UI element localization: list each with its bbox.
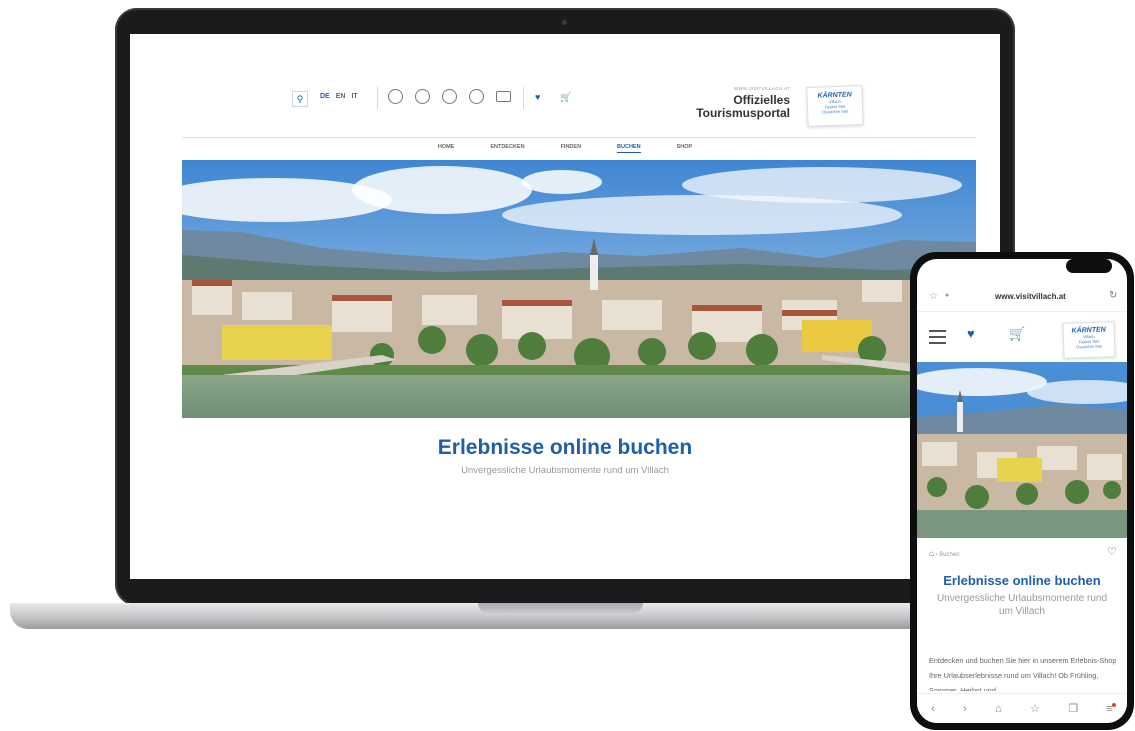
logo-line: Ossiacher See	[821, 108, 849, 115]
heart-icon[interactable]: ♥	[535, 92, 540, 102]
language-switcher: DE EN IT	[320, 93, 358, 100]
nav-finden[interactable]: FINDEN	[561, 144, 581, 153]
header-divider	[377, 87, 378, 109]
heart-icon[interactable]: ♥	[967, 326, 975, 341]
kaernten-logo[interactable]: KÄRNTEN Villach Faaker See Ossiacher See	[806, 85, 864, 127]
desktop-header: ⚲ DE EN IT ♥ 🛒 WWW.VISITVILLACH.AT Offiz…	[130, 34, 1000, 162]
location-icon[interactable]	[442, 89, 457, 104]
header-category-icons	[388, 89, 511, 104]
nav-home[interactable]: HOME	[438, 144, 455, 153]
page-title: Erlebnisse online buchen	[437, 436, 693, 459]
breadcrumb-current[interactable]: Buchen	[939, 552, 959, 558]
hamburger-menu-icon[interactable]	[929, 330, 946, 348]
cart-icon[interactable]: 🛒	[560, 92, 571, 103]
home-icon[interactable]: ⌂	[995, 703, 1002, 715]
page-title: Erlebnisse online buchen	[943, 573, 1101, 588]
tabs-icon[interactable]: ❐	[1068, 702, 1078, 715]
device-mockup-stage: ⚲ DE EN IT ♥ 🛒 WWW.VISITVILLACH.AT Offiz…	[0, 0, 1135, 731]
laptop-screen: ⚲ DE EN IT ♥ 🛒 WWW.VISITVILLACH.AT Offiz…	[130, 34, 1000, 579]
intro-text: Entdecken und buchen Sie hier in unserem…	[929, 656, 1117, 691]
brand-url: WWW.VISITVILLACH.AT	[733, 86, 790, 91]
url-text[interactable]: www.visitvillach.at	[995, 292, 1066, 301]
sun-cloud-icon[interactable]	[415, 89, 430, 104]
lightbulb-icon[interactable]	[388, 89, 403, 104]
bed-icon[interactable]	[496, 91, 511, 102]
heart-outline-icon[interactable]: ♡	[1107, 545, 1117, 558]
header-rule	[182, 137, 976, 138]
flower-icon[interactable]	[469, 89, 484, 104]
lang-en[interactable]: EN	[336, 93, 346, 100]
header-divider	[523, 87, 524, 109]
star-icon[interactable]: ☆	[1030, 702, 1040, 715]
page-subtitle: Unvergessliche Urlaubsmomente rund um Vi…	[936, 593, 1108, 617]
brand-title-line1: Offizielles	[733, 93, 790, 107]
brand-title-line2: Tourismusportal	[696, 106, 790, 120]
nav-entdecken[interactable]: ENTDECKEN	[490, 144, 524, 153]
reload-icon[interactable]: ↻	[1109, 290, 1117, 301]
nav-shop[interactable]: SHOP	[677, 144, 693, 153]
browser-url-bar[interactable]: ☆ ● www.visitvillach.at ↻	[917, 287, 1127, 309]
lang-it[interactable]: IT	[351, 93, 357, 100]
kaernten-logo[interactable]: KÄRNTEN Villach Faaker See Ossiacher See	[1062, 321, 1116, 359]
home-icon[interactable]: ⌂	[929, 549, 934, 558]
logo-line: Ossiacher See	[1076, 343, 1103, 350]
phone-camera-pill	[1066, 259, 1112, 273]
back-icon[interactable]: ‹	[931, 703, 935, 715]
lang-de[interactable]: DE	[320, 93, 330, 100]
hero-image	[182, 160, 976, 418]
laptop: ⚲ DE EN IT ♥ 🛒 WWW.VISITVILLACH.AT Offiz…	[115, 8, 1015, 606]
browser-bottom-bar: ‹ › ⌂ ☆ ❐ ≡	[917, 693, 1127, 723]
star-icon[interactable]: ☆	[929, 291, 938, 302]
breadcrumb: ⌂ › Buchen	[929, 549, 960, 558]
mobile-header: ♥ 🛒 KÄRNTEN Villach Faaker See Ossiacher…	[917, 311, 1127, 359]
forward-icon[interactable]: ›	[963, 703, 967, 715]
phone-screen: ☆ ● www.visitvillach.at ↻ ♥ 🛒 KÄRNTEN Vi…	[917, 259, 1127, 723]
cart-icon[interactable]: 🛒	[1009, 326, 1025, 342]
main-nav: HOME ENTDECKEN FINDEN BUCHEN SHOP	[130, 144, 1000, 153]
laptop-camera	[562, 20, 567, 25]
laptop-notch	[478, 603, 643, 613]
search-icon[interactable]: ⚲	[292, 91, 308, 107]
nav-buchen[interactable]: BUCHEN	[617, 144, 641, 153]
menu-icon[interactable]: ≡	[1106, 702, 1117, 715]
hero-image	[917, 362, 1127, 538]
page-subtitle: Unvergessliche Urlaubsmomente rund um Vi…	[461, 465, 669, 476]
lock-icon: ●	[945, 292, 950, 299]
phone: ☆ ● www.visitvillach.at ↻ ♥ 🛒 KÄRNTEN Vi…	[910, 252, 1134, 730]
